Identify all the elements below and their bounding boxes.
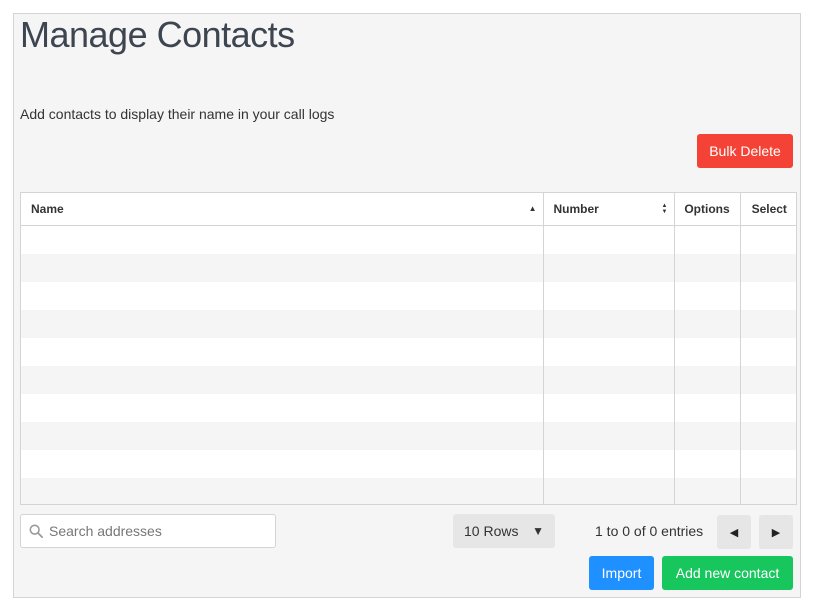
table-row (21, 478, 796, 504)
search-icon (29, 524, 43, 538)
caret-down-icon: ▼ (532, 524, 544, 538)
rows-per-page-value: 10 Rows (464, 523, 519, 539)
next-page-button[interactable]: ▶ (759, 515, 793, 549)
entries-summary: 1 to 0 of 0 entries (595, 523, 704, 539)
column-header-select: Select (740, 193, 796, 226)
search-input[interactable] (49, 515, 269, 547)
table-row (21, 310, 796, 338)
bulk-delete-button[interactable]: Bulk Delete (697, 134, 793, 168)
table-row (21, 422, 796, 450)
column-header-name-label: Name (31, 202, 64, 216)
column-header-select-label: Select (751, 202, 787, 216)
column-header-name[interactable]: Name ▲ (21, 193, 544, 226)
table-row (21, 338, 796, 366)
table-row (21, 394, 796, 422)
table-row (21, 450, 796, 478)
table-row (21, 366, 796, 394)
page-title: Manage Contacts (20, 14, 295, 55)
column-header-number[interactable]: Number ▲ ▼ (543, 193, 675, 226)
table-row (21, 282, 796, 310)
next-page-icon: ▶ (771, 526, 781, 539)
column-header-options-label: Options (684, 202, 730, 216)
contacts-table: Name ▲ Number ▲ ▼ Options Select (20, 192, 797, 505)
table-row (21, 225, 796, 254)
prev-page-button[interactable]: ◀ (717, 515, 751, 549)
table-row (21, 254, 796, 282)
sort-ascending-icon: ▲ (528, 204, 537, 213)
prev-page-icon: ◀ (729, 526, 739, 539)
add-new-contact-button[interactable]: Add new contact (662, 556, 793, 590)
import-button[interactable]: Import (589, 556, 654, 590)
column-header-options: Options (674, 193, 741, 226)
page-subtitle: Add contacts to display their name in yo… (20, 106, 335, 122)
table-header-row: Name ▲ Number ▲ ▼ Options Select (21, 193, 796, 226)
rows-per-page-select[interactable]: 10 Rows ▼ (453, 514, 555, 548)
search-box (20, 514, 276, 548)
sort-both-icon: ▲ ▼ (661, 203, 668, 215)
column-header-number-label: Number (553, 202, 599, 216)
